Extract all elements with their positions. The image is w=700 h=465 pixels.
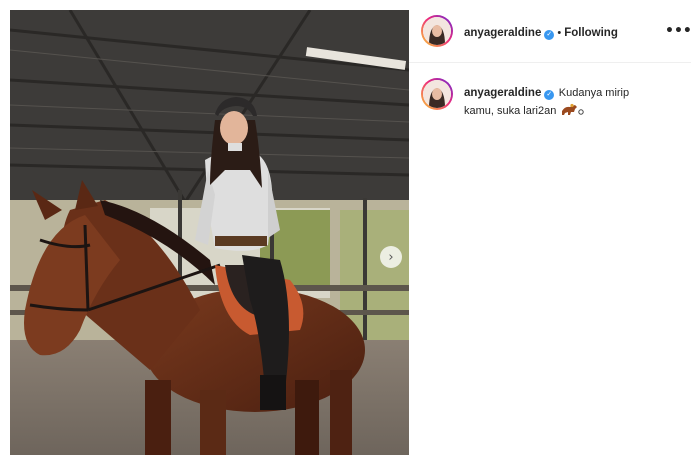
caption-verified-badge-icon: ✓ <box>544 89 555 100</box>
horse-riding-photo <box>10 10 409 455</box>
header-author-line: anyageraldine ✓ • Following <box>464 23 618 41</box>
caption-profile-photo <box>423 80 451 108</box>
separator-dot: • <box>557 27 562 39</box>
instagram-post: › anyageraldine ✓ • Following ••• anyage… <box>0 0 700 465</box>
profile-photo <box>423 17 451 45</box>
caption-line-1: Kudanya mirip <box>558 87 630 99</box>
author-username[interactable]: anyageraldine <box>464 27 541 39</box>
profile-picture-image <box>423 17 451 45</box>
chevron-right-icon: › <box>388 249 394 265</box>
next-photo-button[interactable]: › <box>380 246 402 268</box>
post-photo[interactable]: › <box>10 10 409 455</box>
horse-racing-icon <box>561 103 584 115</box>
following-button[interactable]: Following <box>564 27 618 39</box>
more-options-icon[interactable]: ••• <box>665 23 692 39</box>
post-side-panel: anyageraldine ✓ • Following ••• anyageraldi… <box>409 10 692 455</box>
caption-profile-picture-image <box>423 80 451 108</box>
caption-text-block: anyageraldine ✓ Kudanya mirip kamu, suka … <box>464 83 679 119</box>
caption-avatar[interactable] <box>421 78 453 110</box>
author-avatar[interactable] <box>421 15 453 47</box>
caption-username[interactable]: anyageraldine <box>464 87 541 99</box>
caption-line-2: kamu, suka lari2an <box>464 105 557 117</box>
post-header: anyageraldine ✓ • Following ••• <box>409 10 692 63</box>
verified-badge-icon: ✓ <box>544 29 555 40</box>
